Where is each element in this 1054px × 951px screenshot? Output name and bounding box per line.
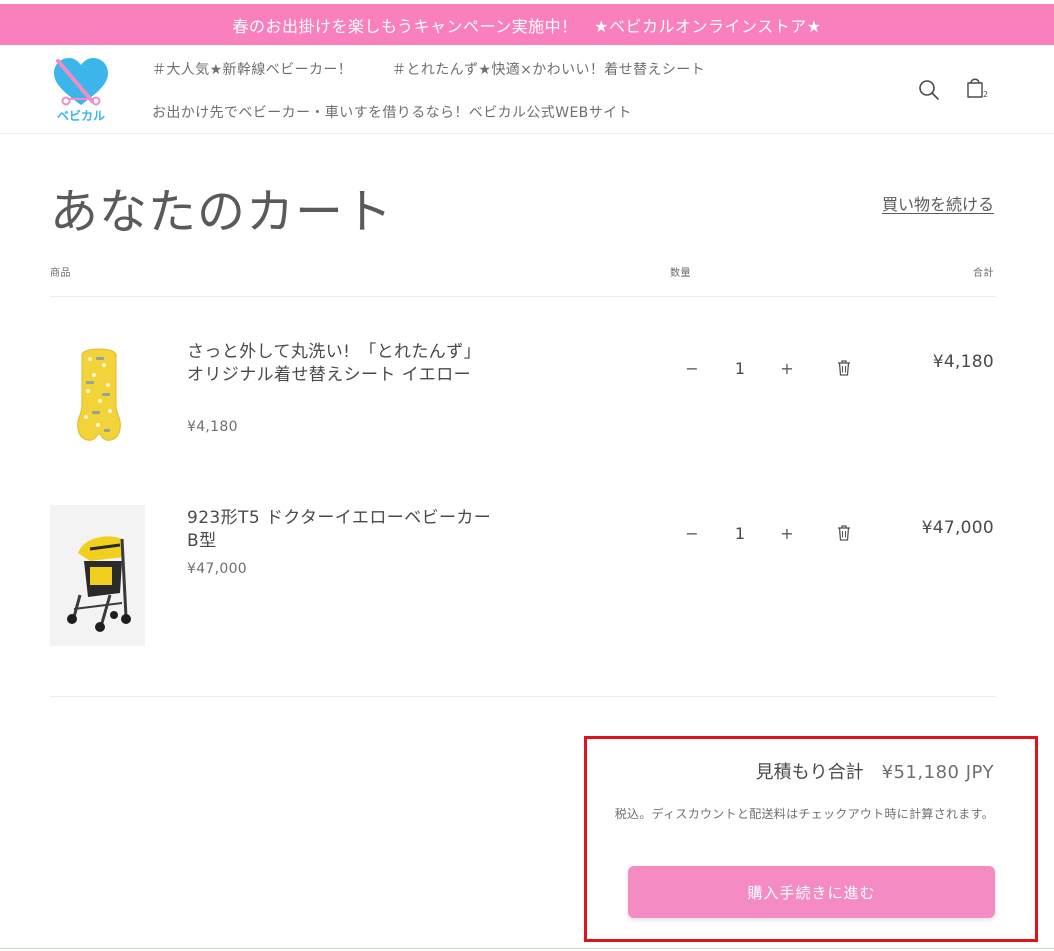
column-header-product: 商品 (50, 268, 71, 279)
unit-price: ¥4,180 (187, 419, 238, 435)
decrease-quantity-button[interactable]: − (681, 522, 703, 544)
line-total: ¥47,000 (921, 518, 994, 538)
increase-quantity-button[interactable]: + (776, 522, 798, 544)
product-image-doctor-yellow-stroller[interactable] (50, 505, 145, 646)
quantity-value[interactable]: 1 (725, 524, 755, 543)
quantity-value[interactable]: 1 (725, 359, 755, 378)
unit-price: ¥47,000 (187, 561, 247, 577)
divider (50, 696, 996, 697)
cart-count-badge: 2 (983, 90, 989, 99)
increase-quantity-button[interactable]: + (776, 357, 798, 379)
site-header: ベビカル ＃大人気★新幹線ベビーカー！ ＃とれたんず★快適×かわいい！着せ替えシ… (0, 45, 1054, 134)
page-title: あなたのカート (50, 184, 394, 240)
decrease-quantity-button[interactable]: − (681, 357, 703, 379)
page-bottom-edge (0, 948, 1054, 949)
nav-link-rental-site[interactable]: お出かけ先でベビーカー・車いすを借りるなら！ベビカル公式WEBサイト (152, 102, 632, 122)
cart-icon[interactable] (965, 75, 985, 103)
nav-link-toretanzu-seat[interactable]: ＃とれたんず★快適×かわいい！着せ替えシート (392, 59, 705, 79)
product-image-seat-cover[interactable] (72, 345, 126, 445)
logo-text: ベビカル (56, 109, 105, 123)
checkout-button[interactable]: 購入手続きに進む (628, 866, 995, 918)
divider (50, 296, 996, 297)
search-icon[interactable] (918, 79, 940, 105)
nav-link-shinkansen-stroller[interactable]: ＃大人気★新幹線ベビーカー！ (152, 59, 352, 79)
estimated-total: 見積もり合計 ¥51,180 JPY (756, 758, 994, 784)
continue-shopping-link[interactable]: 買い物を続ける (882, 191, 994, 215)
announcement-bar: 春のお出掛けを楽しもうキャンペーン実施中！ ★ベビカルオンラインストア★ (0, 4, 1054, 45)
column-header-total: 合計 (973, 268, 994, 279)
trash-icon[interactable] (836, 524, 852, 542)
tax-shipping-note: 税込。ディスカウントと配送料はチェックアウト時に計算されます。 (614, 807, 994, 821)
line-total: ¥4,180 (932, 352, 994, 372)
estimated-total-label: 見積もり合計 (755, 762, 864, 783)
trash-icon[interactable] (836, 359, 852, 377)
estimated-total-amount: ¥51,180 JPY (881, 762, 994, 783)
column-header-quantity: 数量 (670, 268, 691, 279)
product-name-link[interactable]: さっと外して丸洗い! 「とれたんず」オリジナル着せ替えシート イエロー (187, 341, 497, 387)
product-name-link[interactable]: 923形T5 ドクターイエローベビーカーB型 (187, 507, 497, 553)
logo[interactable]: ベビカル (52, 55, 110, 125)
